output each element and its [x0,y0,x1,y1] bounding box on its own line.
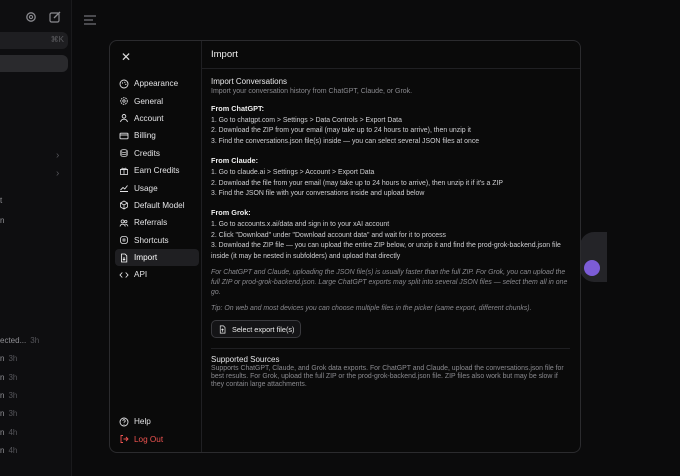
help-icon [119,417,129,427]
claude-title: From Claude: [211,156,259,166]
nav-earn-credits[interactable]: Earn Credits [115,162,199,179]
sidebar-history-item[interactable]: n 4h [0,428,17,437]
import-title: Import Conversations [211,77,288,86]
nav-logout-label: Log Out [134,434,164,444]
import-note: For ChatGPT and Claude, uploading the JS… [211,269,568,297]
nav-credits[interactable]: Credits [115,145,199,162]
user-icon [120,114,128,123]
menu-icon[interactable] [84,12,96,25]
gear-icon [120,97,128,105]
nav-earn-credits-label: Earn Credits [134,166,180,176]
nav-general[interactable]: General [115,92,199,109]
page-title: Import [202,41,580,69]
select-export-files-button[interactable]: Select export file(s) [211,320,302,339]
nav-api[interactable]: API [115,266,199,283]
settings-icon[interactable] [24,10,38,24]
chatgpt-step: 1. Go to chatgpt.com > Settings > Data C… [211,117,402,124]
users-icon [119,219,129,227]
chart-icon [120,185,128,192]
gift-icon [120,167,128,175]
logout-icon [120,435,129,444]
nav-logout[interactable]: Log Out [115,431,199,448]
nav-account[interactable]: Account [115,110,199,127]
sidebar-history-item[interactable]: n 4h [0,446,17,455]
sidebar-top-icons [24,10,62,24]
select-export-files-label: Select export file(s) [232,324,295,334]
new-chat-icon[interactable] [48,10,62,24]
grok-step: 1. Go to accounts.x.ai/data and sign in … [211,221,390,229]
nav-general-label: General [134,96,164,106]
sidebar-history-item[interactable]: ected... 3h [0,336,39,345]
settings-modal: ✕ Appearance General Account Billing Credits… [109,40,581,453]
nav-billing-label: Billing [134,131,156,141]
nav-referrals[interactable]: Referrals [115,214,199,231]
background-sidebar: ⌘K › › t n ected... 3h n 3h n 3h n 3h n 3h n4… [0,0,72,476]
settings-nav: ✕ Appearance General Account Billing Credits… [110,41,202,452]
import-subtitle: Import your conversation history from Ch… [211,88,413,95]
nav-help-label: Help [134,417,151,427]
grok-step: 2. Click "Download" under "Download acco… [211,231,447,239]
nav-import[interactable]: Import [115,248,199,267]
supported-text: Supports ChatGPT, Claude, and Grok data … [211,364,564,389]
divider [211,347,570,349]
claude-step: 3. Find the JSON file with your conversa… [211,190,425,198]
coins-icon [120,149,128,158]
palette-icon [119,79,129,89]
settings-nav-bottom: Help Log Out [115,413,199,448]
nav-appearance-label: Appearance [134,79,179,89]
sidebar-history-item[interactable]: n 3h [0,354,17,363]
voice-button[interactable] [580,232,607,282]
card-icon [119,132,129,140]
chatgpt-step: 3. Find the conversations.json file(s) i… [211,137,480,145]
sidebar-history-item[interactable]: n 3h [0,373,17,382]
claude-step: 2. Download the file from your email (ma… [211,179,504,187]
nav-default-model[interactable]: Default Model [115,197,199,214]
nav-account-label: Account [134,113,164,123]
sidebar-history-item[interactable]: n 3h [0,409,17,418]
close-icon[interactable]: ✕ [120,51,132,63]
nav-appearance[interactable]: Appearance [115,75,199,92]
nav-usage[interactable]: Usage [115,179,199,196]
grok-step: 3. Download the ZIP file — you can uploa… [211,242,561,260]
settings-nav-list: Appearance General Account Billing Credits Ea… [115,75,199,284]
file-upload-icon [219,325,226,334]
nav-api-label: API [134,270,148,280]
nav-credits-label: Credits [134,148,160,158]
claude-step: 1. Go to claude.ai > Settings > Account … [211,169,375,177]
sidebar-search[interactable]: ⌘K [0,32,68,49]
nav-referrals-label: Referrals [134,218,168,228]
chevron-right-icon[interactable]: › [56,168,59,179]
supported-title: Supported Sources [211,354,280,364]
code-icon [119,272,129,278]
cube-icon [120,200,128,210]
nav-usage-label: Usage [134,183,158,193]
chatgpt-step: 2. Download the ZIP from your email (may… [211,127,471,135]
import-tip: Tip: On web and most devices you can cho… [211,305,532,313]
sidebar-history-item[interactable]: n [0,216,4,225]
keyboard-icon [120,236,128,245]
sidebar-history-item[interactable]: t [0,196,2,205]
search-shortcut: ⌘K [50,35,64,44]
chatgpt-title: From ChatGPT: [211,104,265,113]
nav-import-label: Import [134,253,158,263]
import-icon [121,253,128,262]
settings-content: Import Import Conversations Import your … [202,41,580,452]
nav-shortcuts-label: Shortcuts [134,235,169,245]
nav-shortcuts[interactable]: Shortcuts [115,232,199,249]
voice-wave-icon [584,260,600,276]
grok-title: From Grok: [211,208,251,218]
nav-billing[interactable]: Billing [115,127,199,144]
nav-help[interactable]: Help [115,413,199,430]
nav-default-model-label: Default Model [134,200,185,210]
sidebar-history-item[interactable]: n 3h [0,391,17,400]
sidebar-active-item[interactable] [0,55,68,72]
chevron-right-icon[interactable]: › [56,150,59,161]
